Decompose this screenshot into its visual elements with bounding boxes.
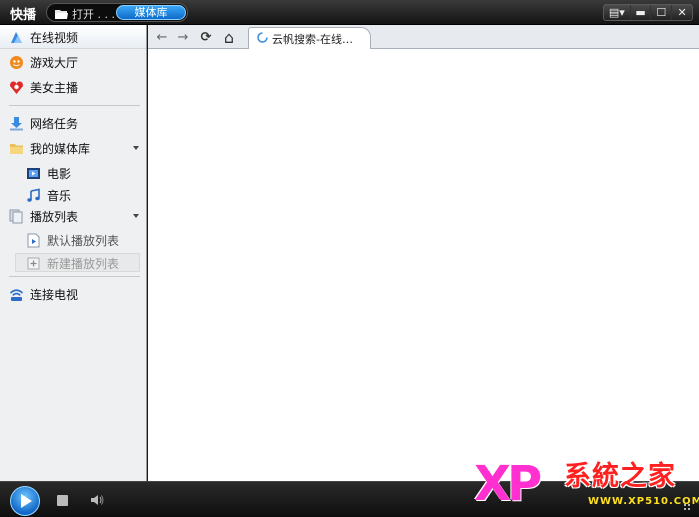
chevron-down-icon[interactable] bbox=[133, 146, 139, 150]
sidebar: 在线视频 游戏大厅 美女主播 网络任务 我的媒体库 电影 音乐 播放列表 默认播… bbox=[0, 25, 147, 481]
play-icon bbox=[21, 494, 32, 508]
chevron-down-icon[interactable] bbox=[133, 214, 139, 218]
top-tab-group: 打开 . . . 媒体库 bbox=[46, 3, 188, 22]
browser-tab[interactable]: 云帆搜索-在线… bbox=[248, 27, 371, 49]
open-file-button[interactable]: 打开 . . . bbox=[55, 5, 115, 22]
sidebar-item-label: 在线视频 bbox=[30, 30, 79, 45]
default-playlist-icon bbox=[26, 233, 41, 248]
sidebar-item-label: 新建播放列表 bbox=[47, 256, 120, 271]
browser-toolbar: ← → ⟳ ⌂ 云帆搜索-在线… bbox=[148, 25, 699, 49]
sidebar-item-live-host[interactable]: 美女主播 bbox=[0, 75, 146, 99]
title-bar: 快播 打开 . . . 媒体库 ▤▾ ▬ ☐ ✕ bbox=[0, 0, 699, 25]
play-button[interactable] bbox=[10, 486, 40, 516]
speaker-icon bbox=[91, 495, 104, 505]
volume-button[interactable] bbox=[90, 493, 104, 510]
window-controls: ▤▾ ▬ ☐ ✕ bbox=[603, 4, 693, 21]
sidebar-item-label: 连接电视 bbox=[30, 287, 79, 302]
sidebar-item-playlist[interactable]: 播放列表 bbox=[0, 204, 146, 228]
watermark-logo: XP bbox=[474, 460, 542, 508]
sidebar-item-my-media-library[interactable]: 我的媒体库 bbox=[0, 136, 146, 160]
watermark-text: 系統之家 bbox=[564, 461, 676, 492]
movie-icon bbox=[26, 166, 41, 181]
add-playlist-icon bbox=[26, 256, 41, 271]
minimize-button[interactable]: ▬ bbox=[629, 5, 651, 20]
music-icon bbox=[26, 188, 41, 203]
download-icon bbox=[9, 116, 24, 131]
sidebar-item-label: 游戏大厅 bbox=[30, 55, 79, 70]
watermark-brand: XP bbox=[474, 456, 542, 512]
sidebar-item-connect-tv[interactable]: 连接电视 bbox=[0, 282, 146, 306]
web-content[interactable] bbox=[148, 49, 699, 481]
sidebar-item-label: 默认播放列表 bbox=[47, 233, 120, 248]
sidebar-item-online-video[interactable]: 在线视频 bbox=[0, 25, 146, 49]
sidebar-item-label: 美女主播 bbox=[30, 80, 79, 95]
folder-icon bbox=[9, 141, 24, 156]
browser-tab-title: 云帆搜索-在线… bbox=[272, 32, 353, 46]
maximize-button[interactable]: ☐ bbox=[650, 5, 671, 20]
sidebar-item-label: 播放列表 bbox=[30, 209, 79, 224]
watermark-url: WWW.XP510.COM bbox=[588, 496, 699, 507]
sidebar-item-label: 音乐 bbox=[47, 188, 72, 203]
home-button[interactable]: ⌂ bbox=[221, 28, 237, 47]
forward-button[interactable]: → bbox=[175, 29, 191, 45]
sidebar-item-new-playlist[interactable]: 新建播放列表 bbox=[0, 251, 146, 275]
sidebar-divider bbox=[9, 105, 140, 106]
sidebar-item-movies[interactable]: 电影 bbox=[0, 161, 146, 185]
live-host-icon bbox=[9, 80, 24, 95]
wifi-tv-icon bbox=[9, 287, 24, 302]
folder-open-icon bbox=[55, 9, 68, 19]
main-menu-button[interactable]: ▤▾ bbox=[604, 5, 630, 20]
sidebar-item-network-tasks[interactable]: 网络任务 bbox=[0, 111, 146, 135]
online-video-icon bbox=[9, 30, 24, 45]
sidebar-item-label: 网络任务 bbox=[30, 116, 79, 131]
sidebar-item-label: 电影 bbox=[47, 166, 72, 181]
close-button[interactable]: ✕ bbox=[671, 5, 692, 20]
playlist-icon bbox=[9, 209, 24, 224]
app-logo: 快播 bbox=[10, 8, 37, 23]
site-watermark: XP 系統之家 WWW.XP510.COM bbox=[470, 458, 699, 516]
refresh-button[interactable]: ⟳ bbox=[198, 29, 214, 45]
back-button[interactable]: ← bbox=[154, 29, 170, 45]
stop-button[interactable] bbox=[57, 495, 68, 506]
sidebar-item-game-hall[interactable]: 游戏大厅 bbox=[0, 50, 146, 74]
media-library-tab[interactable]: 媒体库 bbox=[116, 5, 186, 20]
game-hall-icon bbox=[9, 55, 24, 70]
sidebar-divider bbox=[9, 276, 140, 277]
sidebar-item-default-playlist[interactable]: 默认播放列表 bbox=[0, 228, 146, 252]
loading-spinner-icon bbox=[257, 31, 268, 46]
open-file-label: 打开 . . . bbox=[72, 7, 115, 21]
sidebar-item-label: 我的媒体库 bbox=[30, 141, 91, 156]
